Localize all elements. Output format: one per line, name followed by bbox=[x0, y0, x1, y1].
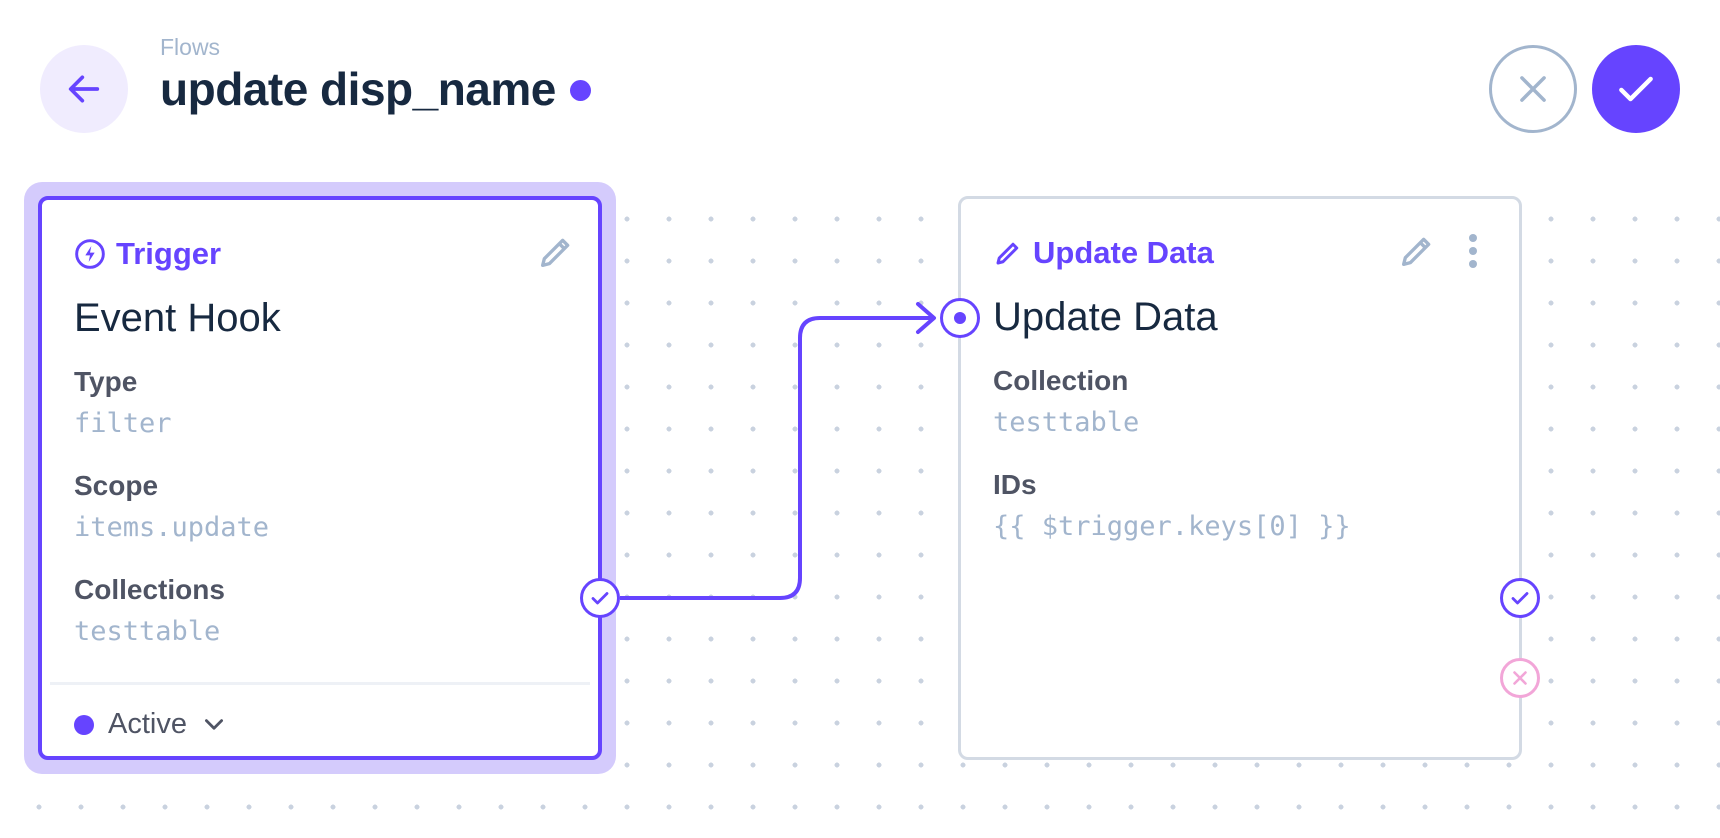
operation-header: Update Data bbox=[993, 235, 1214, 271]
more-vertical-icon-dot bbox=[1469, 260, 1477, 268]
status-dot bbox=[74, 714, 94, 735]
operation-input-handle[interactable] bbox=[940, 298, 980, 338]
operation-field-value: {{ $trigger.keys[0] }} bbox=[993, 511, 1351, 542]
operation-field-label: Collection bbox=[993, 365, 1129, 396]
check-icon bbox=[1511, 592, 1529, 605]
trigger-field-value: testtable bbox=[74, 616, 221, 647]
edit-trigger-button[interactable] bbox=[534, 230, 578, 274]
save-button[interactable] bbox=[1592, 45, 1680, 133]
trigger-panel[interactable]: Trigger Event Hook Type filter Scope ite… bbox=[38, 196, 602, 760]
operation-reject-handle[interactable] bbox=[1500, 658, 1540, 698]
check-icon bbox=[1619, 76, 1653, 102]
operation-field-label: IDs bbox=[993, 469, 1037, 500]
check-icon bbox=[591, 592, 609, 605]
trigger-field-label: Scope bbox=[74, 470, 159, 501]
trigger-header: Trigger bbox=[74, 236, 221, 272]
arrow-left-icon bbox=[68, 75, 100, 103]
operation-success-handle[interactable] bbox=[1500, 578, 1540, 618]
back-button[interactable] bbox=[40, 45, 128, 133]
edit-operation-button[interactable] bbox=[1395, 229, 1439, 273]
page-title: update disp_name bbox=[160, 63, 556, 115]
status-label: Active bbox=[108, 708, 187, 740]
more-vertical-icon-dot bbox=[1469, 247, 1477, 255]
breadcrumb[interactable]: Flows bbox=[160, 34, 220, 61]
close-icon bbox=[1520, 76, 1546, 102]
more-options-button[interactable] bbox=[1463, 229, 1483, 273]
unsaved-changes-dot bbox=[569, 79, 591, 101]
trigger-field-label: Type bbox=[74, 366, 138, 397]
trigger-header-label: Trigger bbox=[116, 236, 222, 271]
close-icon bbox=[1513, 671, 1527, 685]
operation-header-label: Update Data bbox=[1033, 235, 1214, 270]
flow-editor-page: Flows update disp_name Trigger Event Hoo… bbox=[0, 0, 1720, 838]
trigger-name: Event Hook bbox=[74, 296, 281, 340]
flow-status-toggle[interactable]: Active bbox=[74, 708, 227, 741]
pencil-icon bbox=[1402, 237, 1431, 266]
operation-name: Update Data bbox=[993, 295, 1218, 339]
operation-field-value: testtable bbox=[993, 407, 1140, 438]
bolt-icon bbox=[75, 239, 105, 269]
trigger-field-value: items.update bbox=[74, 512, 270, 543]
trigger-field-value: filter bbox=[74, 408, 172, 439]
cancel-button[interactable] bbox=[1489, 45, 1577, 133]
trigger-field-label: Collections bbox=[74, 574, 225, 605]
more-vertical-icon bbox=[1469, 234, 1477, 242]
pencil-icon bbox=[996, 242, 1019, 265]
trigger-success-handle[interactable] bbox=[580, 578, 620, 618]
input-dot-icon bbox=[954, 312, 966, 324]
page-title-row: update disp_name bbox=[160, 62, 591, 116]
chevron-down-icon bbox=[204, 718, 223, 730]
operation-panel[interactable]: Update Data Update Data Collection testt… bbox=[958, 196, 1522, 760]
pencil-icon bbox=[541, 238, 570, 267]
panel-divider bbox=[50, 682, 590, 685]
